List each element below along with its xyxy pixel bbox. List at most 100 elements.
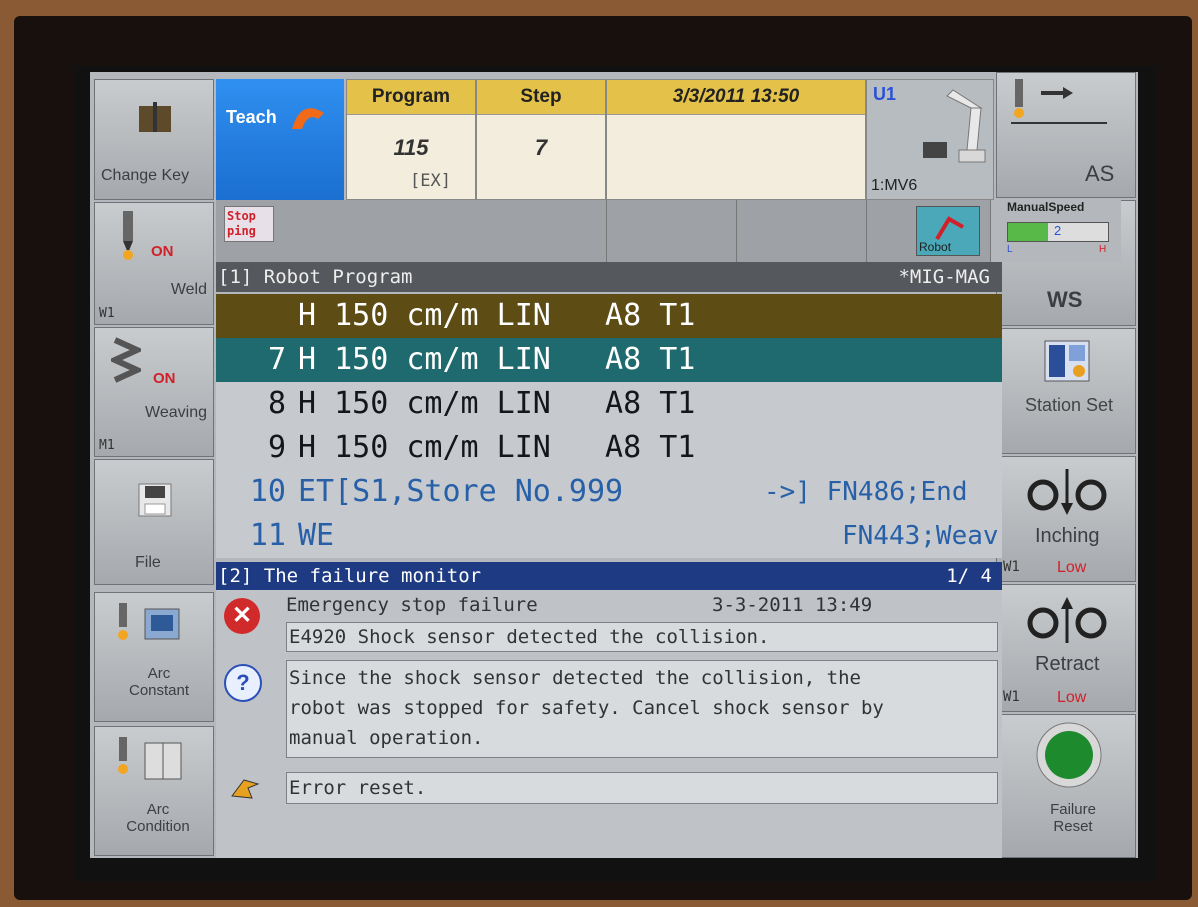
arc-constant-button[interactable]: Arc Constant: [94, 592, 214, 722]
robot-select-label: Robot: [919, 240, 952, 254]
inching-level: Low: [1057, 559, 1087, 576]
inching-icon: [1027, 469, 1107, 515]
manual-speed-box: ManualSpeed 2 L H: [990, 200, 1121, 262]
process-mode: *MIG-MAG: [898, 266, 990, 288]
program-sub: [EX]: [410, 171, 451, 191]
torch-icon: [123, 211, 133, 260]
program-value: 115: [393, 135, 429, 160]
weld-status: ON: [151, 243, 174, 260]
speed-low-mark: L: [1007, 244, 1013, 255]
file-button[interactable]: File: [94, 459, 214, 585]
weld-sub: W1: [99, 306, 115, 321]
robot-unit: U1: [873, 84, 897, 104]
as-button[interactable]: AS: [996, 72, 1136, 198]
action-text: Error reset.: [289, 777, 427, 799]
failure-panel-title: [2] The failure monitor 1/ 4: [216, 562, 1002, 590]
arc-condition-icon: [118, 737, 182, 780]
program-line[interactable]: 11 WE FN443;Weav: [216, 514, 1002, 558]
program-line[interactable]: H 150 cm/m LIN A8 T1: [216, 294, 1002, 338]
program-label: Program: [347, 80, 475, 115]
floppy-icon: [138, 483, 172, 517]
inching-sub: W1: [1003, 559, 1020, 575]
failure-timestamp: 3-3-2011 13:49: [712, 594, 873, 616]
speed-high-mark: H: [1099, 244, 1107, 255]
failure-reset-label: Failure Reset: [1050, 801, 1096, 835]
inching-button[interactable]: Inching W1 Low: [996, 456, 1136, 582]
status-divider: [736, 200, 737, 262]
weaving-sub: M1: [99, 438, 115, 453]
change-key-label: Change Key: [101, 167, 190, 184]
step-value: 7: [534, 135, 548, 160]
manual-speed-value: 2: [1054, 223, 1062, 238]
weaving-icon: [111, 337, 141, 383]
stopping-indicator: Stop ping: [224, 206, 274, 242]
book-icon: [139, 102, 171, 132]
failure-type: Emergency stop failure: [286, 594, 538, 616]
pointing-hand-icon: [231, 779, 260, 799]
program-listing: H 150 cm/m LIN A8 T1 7 H 150 cm/m LIN A8…: [216, 294, 1002, 558]
step-label: Step: [477, 80, 605, 115]
teach-pendant-screen: Change Key ON Weld W1 ON Weaving M1 File…: [90, 72, 1138, 858]
file-label: File: [135, 554, 161, 571]
program-line[interactable]: 9 H 150 cm/m LIN A8 T1: [216, 426, 1002, 470]
help-line: robot was stopped for safety. Cancel sho…: [289, 697, 884, 719]
error-message-field: E4920 Shock sensor detected the collisio…: [286, 622, 998, 652]
program-line-current[interactable]: 7 H 150 cm/m LIN A8 T1: [216, 338, 1002, 382]
weaving-label: Weaving: [145, 404, 207, 421]
status-divider: [606, 200, 607, 262]
program-title: [1] Robot Program: [218, 266, 413, 288]
inching-label: Inching: [1035, 525, 1100, 547]
datetime-box: 3/3/2011 13:50: [606, 79, 866, 200]
error-icon: ✕: [224, 598, 260, 634]
teach-mode-label: Teach: [226, 107, 277, 127]
arc-constant-icon: [118, 603, 180, 640]
station-set-button[interactable]: Station Set: [996, 328, 1136, 454]
as-label: AS: [1085, 161, 1115, 186]
status-divider: [866, 200, 867, 262]
help-line: Since the shock sensor detected the coll…: [289, 667, 861, 689]
help-line: manual operation.: [289, 727, 484, 749]
status-bar: Stop ping Robot ManualSpeed 2 L H: [216, 200, 1121, 262]
torch-arrow-icon: [1011, 79, 1107, 124]
robot-unit-box: U1 1:MV6: [866, 79, 994, 200]
help-text-field: Since the shock sensor detected the coll…: [286, 660, 998, 758]
program-line[interactable]: 10 ET[S1,Store No.999 ->] FN486;End: [216, 470, 1002, 514]
help-icon: ?: [224, 664, 262, 702]
weaving-status: ON: [153, 370, 176, 387]
retract-sub: W1: [1003, 689, 1020, 705]
retract-label: Retract: [1035, 653, 1100, 675]
weld-label: Weld: [170, 281, 207, 298]
manual-speed-fill: [1008, 223, 1048, 241]
manual-speed-label: ManualSpeed: [1007, 200, 1085, 214]
ws-label: WS: [1047, 287, 1083, 312]
error-code-message: E4920 Shock sensor detected the collisio…: [289, 626, 770, 648]
retract-icon: [1027, 597, 1107, 643]
station-icon: [1044, 340, 1090, 382]
failure-page: 1/ 4: [946, 565, 992, 587]
manual-speed-bar: 2: [1007, 222, 1109, 242]
weaving-button[interactable]: ON Weaving M1: [94, 327, 214, 457]
failure-monitor: ✕ Emergency stop failure 3-3-2011 13:49 …: [216, 590, 1002, 858]
arc-condition-button[interactable]: Arc Condition: [94, 726, 214, 856]
arc-constant-label: Arc Constant: [129, 665, 190, 699]
program-panel-title: [1] Robot Program *MIG-MAG: [216, 262, 1002, 292]
robot-arm-icon: [923, 89, 986, 163]
program-box: Program 115 [EX]: [346, 79, 476, 200]
robot-select-button[interactable]: Robot: [916, 206, 980, 256]
change-key-button[interactable]: Change Key: [94, 79, 214, 200]
failure-reset-button[interactable]: Failure Reset: [996, 714, 1136, 858]
datetime: 3/3/2011 13:50: [607, 80, 865, 115]
green-reset-icon: [1036, 722, 1102, 788]
retract-button[interactable]: Retract W1 Low: [996, 584, 1136, 712]
weld-button[interactable]: ON Weld W1: [94, 202, 214, 325]
station-set-label: Station Set: [1024, 395, 1114, 415]
action-field: Error reset.: [286, 772, 998, 804]
arc-condition-label: Arc Condition: [126, 801, 190, 835]
robot-model: 1:MV6: [871, 177, 918, 194]
teach-mode-indicator: Teach: [216, 79, 344, 200]
retract-level: Low: [1057, 689, 1087, 706]
hand-icon: [292, 108, 324, 129]
program-line[interactable]: 8 H 150 cm/m LIN A8 T1: [216, 382, 1002, 426]
step-box: Step 7: [476, 79, 606, 200]
failure-title: [2] The failure monitor: [218, 565, 482, 587]
